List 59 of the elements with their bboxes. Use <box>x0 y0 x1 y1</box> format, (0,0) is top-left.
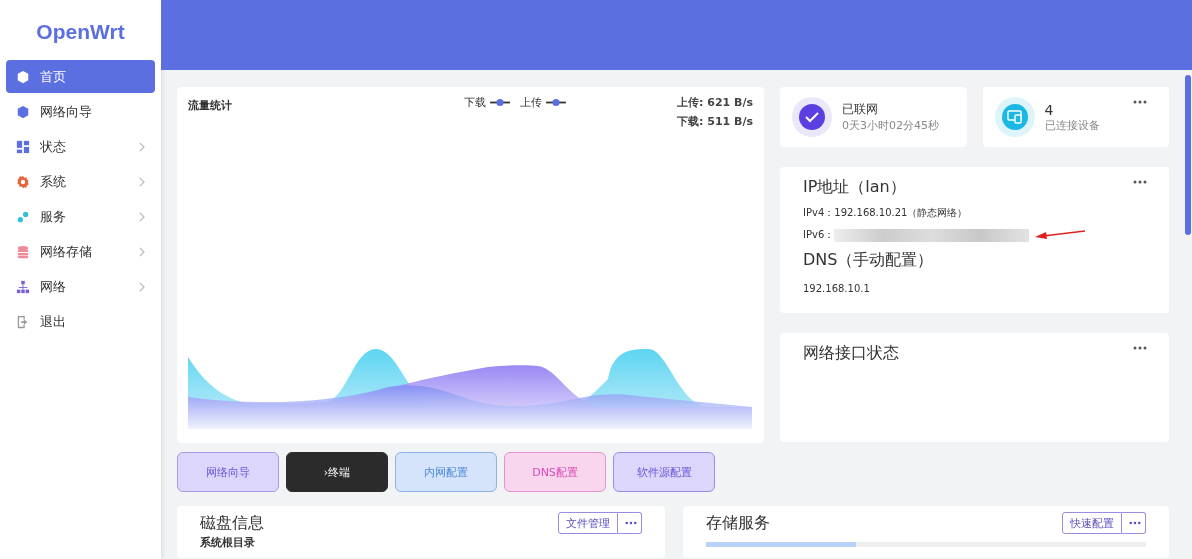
menu-item-label: 网络 <box>40 277 67 296</box>
status-subtitle: 0天3小时02分45秒 <box>842 118 939 133</box>
sidebar-item[interactable]: 系统 <box>6 165 155 198</box>
upload-rate: 上传: 621 B/s <box>677 95 753 110</box>
devices-icon <box>994 97 1035 137</box>
menu-item-icon <box>16 314 30 329</box>
menu-item-label: 服务 <box>40 207 67 226</box>
menu-item-icon <box>16 69 30 84</box>
more-button[interactable] <box>618 512 642 534</box>
download-rate: 下载: 511 B/s <box>677 114 753 129</box>
status-title: 4 <box>1044 101 1055 118</box>
sidebar-item[interactable]: 网络存储 <box>6 235 155 268</box>
quick-action-button[interactable]: 网络向导 <box>177 452 279 492</box>
dots-icon <box>1129 521 1141 525</box>
sidebar-item[interactable]: 首页 <box>6 60 155 93</box>
status-title: 已联网 <box>842 101 879 118</box>
more-button[interactable] <box>1122 512 1146 534</box>
arrow-icon <box>1035 229 1086 241</box>
quick-config-button[interactable]: 快速配置 <box>1062 512 1122 534</box>
legend-toggle[interactable]: 下载 <box>463 95 510 110</box>
sidebar-item[interactable]: 服务 <box>6 200 155 233</box>
dots-icon <box>625 521 637 525</box>
card-title: 存储服务 <box>706 512 770 534</box>
quick-action-button[interactable]: ›终端 <box>286 452 388 492</box>
card-title: IP地址（lan） <box>803 177 906 198</box>
menu-item-label: 网络向导 <box>40 102 93 121</box>
ipv4-label: IPv4： <box>803 206 835 220</box>
ipv4-value: 192.168.10.21（静态网络） <box>834 206 968 220</box>
ipv6-label: IPv6： <box>803 228 835 242</box>
menu-item-icon <box>16 104 30 119</box>
quick-action-button[interactable]: 软件源配置 <box>613 452 715 492</box>
card-title: 网络接口状态 <box>803 343 899 364</box>
menu-item-label: 退出 <box>40 312 67 331</box>
card-title: 流量统计 <box>188 98 232 113</box>
sidebar-item[interactable]: 状态 <box>6 130 155 163</box>
menu-item-label: 状态 <box>40 137 67 156</box>
section-label: 系统根目录 <box>200 535 256 550</box>
legend-toggle[interactable]: 上传 <box>519 95 566 110</box>
menu-item-label: 网络存储 <box>40 242 93 261</box>
menu-item-icon <box>16 244 30 259</box>
sidebar-item[interactable]: 网络向导 <box>6 95 155 128</box>
file-manager-button[interactable]: 文件管理 <box>558 512 618 534</box>
menu-item-icon <box>16 279 30 294</box>
scrollbar[interactable] <box>1185 75 1191 235</box>
menu-item-label: 系统 <box>40 172 67 191</box>
legend-marker-icon <box>489 98 510 107</box>
card-title: 磁盘信息 <box>200 512 264 534</box>
legend-marker-icon <box>545 98 566 107</box>
menu-item-label: 首页 <box>40 67 67 86</box>
dns-value: 192.168.10.1 <box>803 283 871 294</box>
sidebar-item[interactable]: 退出 <box>6 305 155 338</box>
status-subtitle: 已连接设备 <box>1044 117 1100 133</box>
logo: OpenWrt <box>35 20 126 44</box>
dns-title: DNS（手动配置） <box>803 250 934 271</box>
sidebar-item[interactable]: 网络 <box>6 270 155 303</box>
menu-item-icon <box>16 174 30 189</box>
menu-item-icon <box>16 139 30 154</box>
check-circle-icon <box>792 97 832 137</box>
menu-item-icon <box>16 209 30 224</box>
